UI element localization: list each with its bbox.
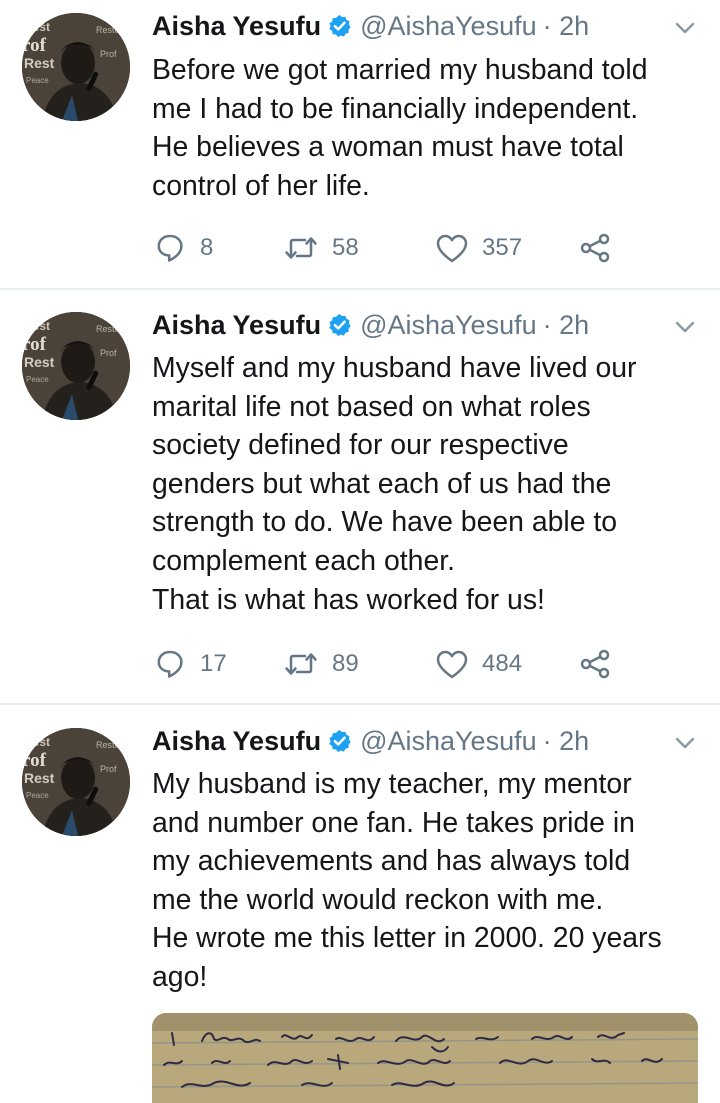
author-name[interactable]: Aisha Yesufu: [152, 310, 321, 341]
reply-button[interactable]: 17: [156, 644, 227, 684]
chevron-down-icon[interactable]: [671, 313, 699, 341]
like-count: 484: [482, 650, 523, 677]
retweet-count: 58: [332, 234, 359, 261]
reply-icon: [157, 234, 183, 262]
divider: [0, 288, 720, 290]
like-button[interactable]: 357: [436, 228, 522, 268]
tweet-header: Aisha Yesufu @AishaYesufu · 2h: [152, 721, 589, 761]
heart-icon: [436, 234, 468, 262]
chevron-down-icon[interactable]: [671, 729, 699, 757]
share-icon: [580, 233, 610, 263]
tweet-actions: 17 89 484: [152, 644, 632, 684]
retweet-button[interactable]: 89: [284, 644, 359, 684]
attached-letter-image[interactable]: [152, 1013, 698, 1103]
reply-count: 8: [200, 234, 214, 261]
like-button[interactable]: 484: [436, 644, 522, 684]
timestamp[interactable]: · 2h: [543, 726, 590, 757]
timestamp[interactable]: · 2h: [543, 310, 590, 341]
author-handle[interactable]: @AishaYesufu: [360, 11, 537, 42]
reply-icon: [157, 650, 183, 678]
tweet[interactable]: Aisha Yesufu @AishaYesufu · 2h Myself an…: [0, 305, 720, 700]
retweet-icon: [285, 653, 317, 675]
tweet-header: Aisha Yesufu @AishaYesufu · 2h: [152, 6, 589, 46]
author-name[interactable]: Aisha Yesufu: [152, 11, 321, 42]
tweet[interactable]: Aisha Yesufu @AishaYesufu · 2h Before we…: [0, 6, 720, 288]
share-button[interactable]: [580, 644, 610, 684]
reply-button[interactable]: 8: [156, 228, 213, 268]
avatar[interactable]: [22, 13, 130, 121]
tweet-text: My husband is my teacher, my mentor and …: [152, 768, 662, 993]
avatar[interactable]: [22, 312, 130, 420]
verified-badge-icon: [328, 13, 353, 39]
share-button[interactable]: [580, 228, 610, 268]
divider: [0, 703, 720, 705]
verified-badge-icon: [328, 312, 353, 338]
author-name[interactable]: Aisha Yesufu: [152, 726, 321, 757]
retweet-button[interactable]: 58: [284, 228, 359, 268]
heart-icon: [436, 650, 468, 678]
tweet-text: Myself and my husband have lived our mar…: [152, 352, 637, 616]
retweet-icon: [285, 237, 317, 259]
chevron-down-icon[interactable]: [671, 14, 699, 42]
timeline: Aisha Yesufu @AishaYesufu · 2h Before we…: [0, 0, 720, 1103]
tweet-header: Aisha Yesufu @AishaYesufu · 2h: [152, 305, 589, 345]
author-handle[interactable]: @AishaYesufu: [360, 726, 537, 757]
author-handle[interactable]: @AishaYesufu: [360, 310, 537, 341]
like-count: 357: [482, 234, 523, 261]
timestamp[interactable]: · 2h: [543, 11, 590, 42]
retweet-count: 89: [332, 650, 359, 677]
tweet-actions: 8 58 357: [152, 228, 632, 268]
reply-count: 17: [200, 650, 227, 677]
verified-badge-icon: [328, 728, 353, 754]
avatar[interactable]: [22, 728, 130, 836]
tweet-text: Before we got married my husband told me…: [152, 54, 648, 202]
share-icon: [580, 649, 610, 679]
